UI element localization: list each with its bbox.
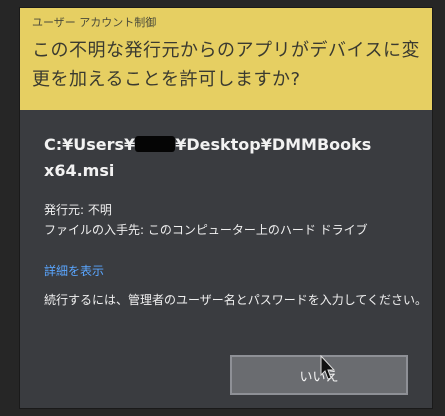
no-button[interactable]: いいえ <box>230 355 408 395</box>
screen-frame: ユーザー アカウント制御 この不明な発行元からのアプリがデバイスに変更を加えるこ… <box>0 0 445 416</box>
show-details-link[interactable]: 詳細を表示 <box>44 262 104 279</box>
uac-dialog: ユーザー アカウント制御 この不明な発行元からのアプリがデバイスに変更を加えるこ… <box>20 8 432 408</box>
file-origin-text: ファイルの入手先: このコンピューター上のハード ドライブ <box>44 223 368 237</box>
dialog-header: ユーザー アカウント制御 この不明な発行元からのアプリがデバイスに変更を加えるこ… <box>20 8 432 110</box>
publisher-info: 発行元: 不明 ファイルの入手先: このコンピューター上のハード ドライブ <box>44 200 368 240</box>
instruction-text: 続行するには、管理者のユーザー名とパスワードを入力してください。 <box>44 293 428 307</box>
mouse-pointer-icon <box>320 355 336 380</box>
dialog-question: この不明な発行元からのアプリがデバイスに変更を加えることを許可しますか? <box>32 40 420 90</box>
program-name: C:¥Users¥ ¥Desktop¥DMMBooks x64.msi <box>44 132 404 184</box>
redacted-username <box>135 136 176 152</box>
program-path-prefix: C:¥Users¥ <box>44 135 136 154</box>
publisher-text: 発行元: 不明 <box>44 203 112 217</box>
dialog-title: ユーザー アカウント制御 <box>32 16 157 29</box>
